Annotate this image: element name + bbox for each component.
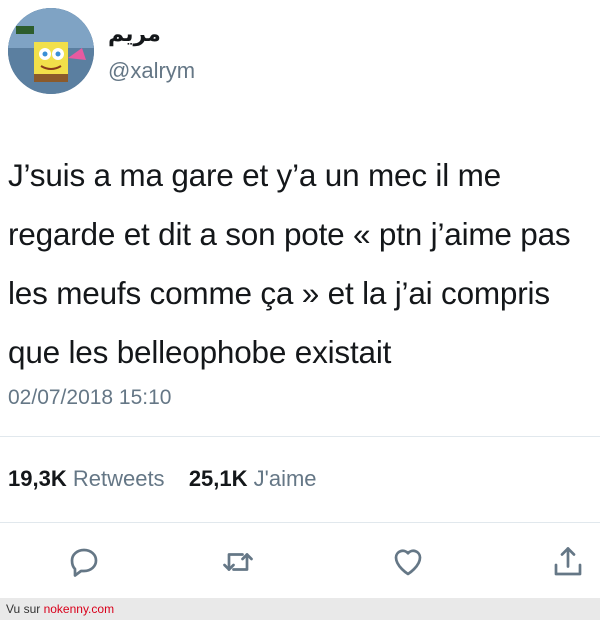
like-icon — [394, 549, 422, 576]
retweet-button[interactable] — [218, 542, 258, 582]
retweets-label: Retweets — [72, 466, 165, 491]
spongebob-avatar-icon — [8, 8, 94, 94]
share-button[interactable] — [548, 542, 588, 582]
reply-button[interactable] — [64, 542, 104, 582]
tweet-actions — [0, 542, 600, 582]
likes-label: J'aime — [253, 466, 317, 491]
retweet-icon — [223, 553, 253, 571]
footer-bar: Vu sur nokenny.com — [0, 598, 600, 620]
tweet-timestamp[interactable]: 02/07/2018 15:10 — [8, 386, 172, 410]
retweets-count: 19,3K — [8, 466, 67, 491]
retweets-stat[interactable]: 19,3K Retweets — [8, 466, 171, 491]
footer-site-link[interactable]: nokenny.com — [44, 602, 114, 616]
share-icon — [554, 547, 582, 576]
user-handle[interactable]: @xalrym — [108, 58, 195, 84]
footer-prefix: Vu sur — [6, 602, 44, 616]
avatar[interactable] — [8, 8, 94, 94]
divider — [0, 436, 600, 437]
divider — [0, 522, 600, 523]
tweet-text: J’suis a ma gare et y’a un mec il me reg… — [8, 157, 571, 370]
tweet-stats: 19,3K Retweets 25,1K J'aime — [8, 466, 317, 492]
reply-icon — [70, 548, 98, 577]
likes-count: 25,1K — [188, 466, 248, 491]
display-name[interactable]: مريم — [108, 22, 161, 47]
like-button[interactable] — [388, 542, 428, 582]
likes-stat[interactable]: 25,1K J'aime — [189, 466, 317, 491]
